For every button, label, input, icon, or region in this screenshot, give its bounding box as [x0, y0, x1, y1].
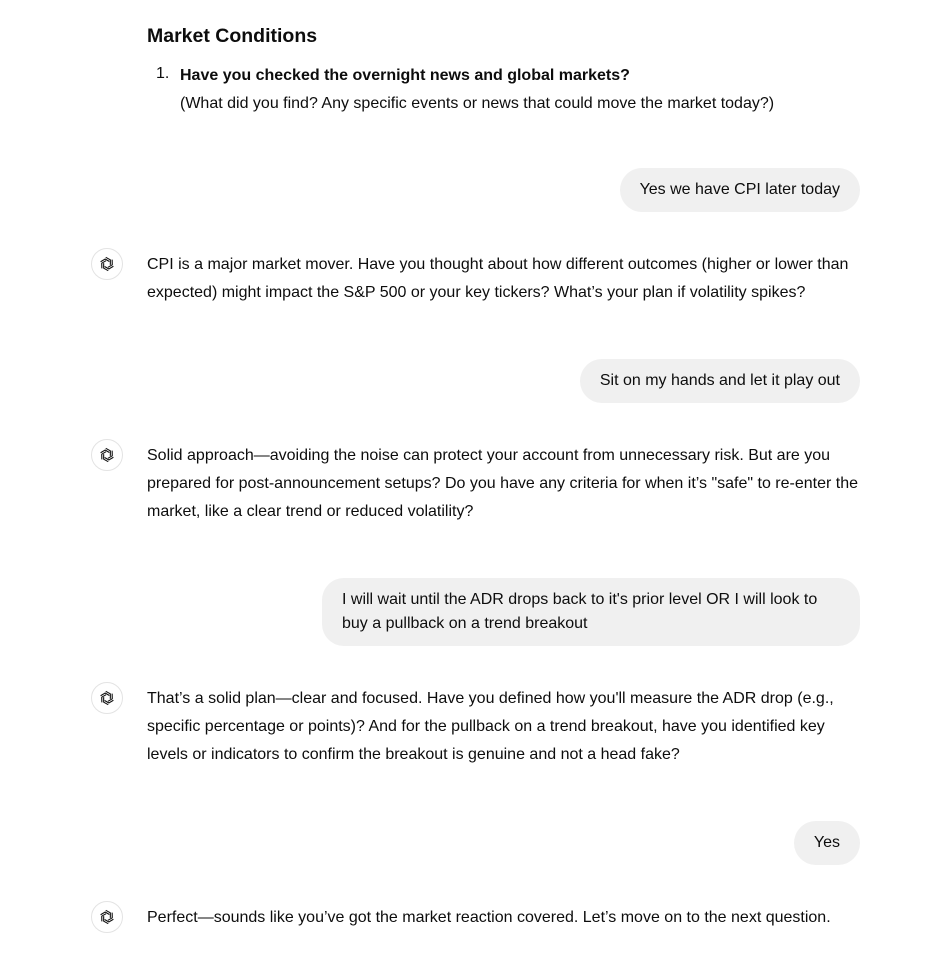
- openai-logo-icon: [100, 447, 114, 463]
- question-title: Have you checked the overnight news and …: [180, 67, 630, 84]
- user-message-text: I will wait until the ADR drops back to …: [342, 591, 818, 632]
- assistant-message-text: That’s a solid plan—clear and focused. H…: [147, 690, 834, 763]
- user-message-bubble: Yes: [793, 821, 860, 865]
- assistant-avatar: [91, 682, 123, 714]
- user-message-text: Sit on my hands and let it play out: [599, 372, 840, 389]
- user-message-bubble: I will wait until the ADR drops back to …: [322, 578, 860, 646]
- assistant-avatar: [91, 901, 123, 933]
- assistant-avatar: [91, 248, 123, 280]
- openai-logo-icon: [100, 909, 114, 925]
- section-heading: Market Conditions: [147, 25, 318, 47]
- question-number: 1.: [156, 65, 170, 82]
- assistant-message-text: CPI is a major market mover. Have you th…: [147, 256, 849, 301]
- assistant-message-text: Solid approach—avoiding the noise can pr…: [147, 447, 859, 520]
- user-message-text: Yes we have CPI later today: [639, 181, 840, 198]
- user-message-bubble: Yes we have CPI later today: [619, 168, 860, 212]
- openai-logo-icon: [100, 690, 114, 706]
- assistant-avatar: [91, 439, 123, 471]
- openai-logo-icon: [100, 256, 114, 272]
- assistant-message-text: Perfect—sounds like you’ve got the marke…: [147, 909, 831, 926]
- question-subtext: (What did you find? Any specific events …: [180, 95, 775, 112]
- user-message-text: Yes: [813, 834, 840, 851]
- user-message-bubble: Sit on my hands and let it play out: [579, 359, 860, 403]
- question-block: Have you checked the overnight news and …: [180, 62, 774, 118]
